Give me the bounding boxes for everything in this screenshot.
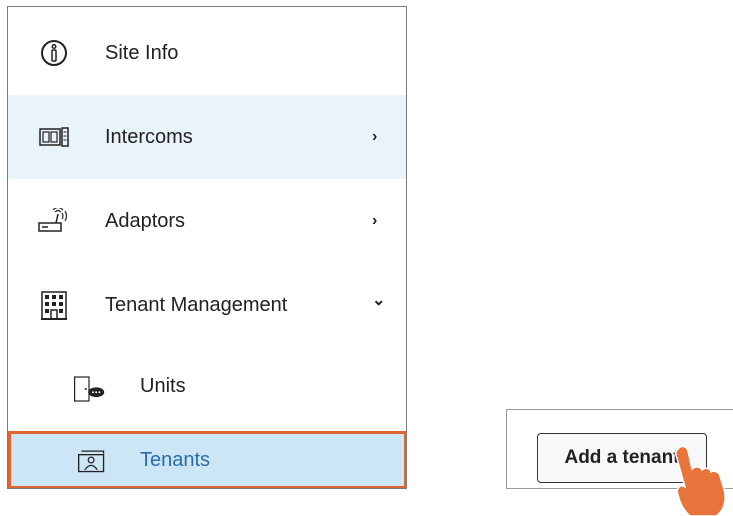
nav-label-adaptors: Adaptors (105, 209, 186, 232)
nav-item-intercoms[interactable]: Intercoms › (8, 95, 406, 179)
nav-label-site-info: Site Info (105, 41, 179, 64)
nav-label-intercoms: Intercoms (105, 125, 193, 148)
nav-item-adaptors[interactable]: Adaptors › (8, 179, 406, 263)
adaptor-icon (38, 205, 70, 237)
sidebar-item-tenants[interactable]: Tenants (8, 431, 406, 488)
sidebar-item-units-label: Units (140, 375, 186, 397)
intercom-icon (38, 121, 70, 153)
nav-label-tenant-management: Tenant Management (105, 293, 288, 316)
info-icon (38, 37, 70, 69)
chevron-right-icon: › (372, 212, 378, 229)
tenant-card-icon (76, 444, 108, 476)
sidebar-item-tenants-label: Tenants (140, 449, 211, 471)
sidebar-nav: Site Info Intercoms › Adaptors › Tenant … (7, 6, 407, 489)
chevron-right-icon: › (372, 128, 378, 145)
sidebar-item-units[interactable]: Units (8, 347, 406, 431)
nav-item-tenant-management[interactable]: Tenant Management ⌄ (8, 263, 406, 347)
nav-item-site-info[interactable]: Site Info (8, 11, 406, 95)
door-icon (73, 373, 105, 405)
chevron-down-icon: ⌄ (372, 292, 386, 309)
building-icon (38, 289, 70, 321)
hand-pointer-icon (674, 445, 726, 516)
